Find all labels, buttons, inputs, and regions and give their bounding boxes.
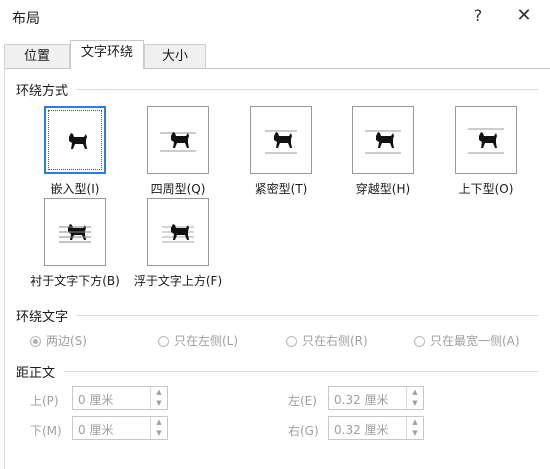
section-divider xyxy=(64,371,538,372)
stepper-arrows: ▲ ▼ xyxy=(150,387,167,409)
radio-dot xyxy=(158,336,169,347)
wrap-label-through: 穿越型(H) xyxy=(355,182,411,196)
stepper-arrows: ▲ ▼ xyxy=(406,417,423,439)
distance-bottom-stepper[interactable]: 0 厘米 ▲ ▼ xyxy=(72,416,168,440)
wrap-option-behind-text[interactable] xyxy=(44,198,106,266)
wrap-option-square[interactable] xyxy=(147,106,209,174)
tab-position[interactable]: 位置 xyxy=(4,44,70,68)
inline-wrap-icon xyxy=(69,133,87,149)
through-wrap-icon xyxy=(365,130,401,154)
radio-label: 只在最宽一侧(A) xyxy=(430,334,520,348)
stepper-down-icon[interactable]: ▼ xyxy=(151,428,167,439)
radio-right-only[interactable]: 只在右侧(R) xyxy=(286,332,368,349)
stepper-down-icon[interactable]: ▼ xyxy=(151,398,167,409)
section-divider xyxy=(76,315,538,316)
stepper-up-icon[interactable]: ▲ xyxy=(151,387,167,398)
distance-top-value: 0 厘米 xyxy=(78,393,114,407)
radio-largest-side[interactable]: 只在最宽一侧(A) xyxy=(414,332,520,349)
section-divider xyxy=(76,89,538,90)
wrapping-style-heading: 环绕方式 xyxy=(16,84,69,99)
stepper-up-icon[interactable]: ▲ xyxy=(151,417,167,428)
wrap-option-inline[interactable] xyxy=(44,106,106,174)
wrap-option-tight[interactable] xyxy=(250,106,312,174)
radio-label: 只在右侧(R) xyxy=(302,334,368,348)
help-button[interactable]: ? xyxy=(466,4,490,28)
stepper-up-icon[interactable]: ▲ xyxy=(407,417,423,428)
wrap-option-through[interactable] xyxy=(352,106,414,174)
radio-label: 只在左侧(L) xyxy=(174,334,239,348)
behind-text-icon xyxy=(59,224,91,243)
dialog-title: 布局 xyxy=(12,11,40,27)
distance-right-value: 0.32 厘米 xyxy=(334,423,389,437)
square-wrap-icon xyxy=(160,132,196,152)
distance-top-label: 上(P) xyxy=(30,394,59,408)
radio-dot xyxy=(414,336,425,347)
title-bar: 布局 ? ✕ xyxy=(0,0,550,34)
tab-size[interactable]: 大小 xyxy=(144,44,206,68)
stepper-down-icon[interactable]: ▼ xyxy=(407,398,423,409)
distance-left-stepper[interactable]: 0.32 厘米 ▲ ▼ xyxy=(328,386,424,410)
distance-bottom-value: 0 厘米 xyxy=(78,423,114,437)
wrap-option-top-bottom[interactable] xyxy=(455,106,517,174)
wrap-label-inline: 嵌入型(I) xyxy=(50,182,100,196)
tab-text-wrapping[interactable]: 文字环绕 xyxy=(70,40,144,69)
wrap-label-in-front-text: 浮于文字上方(F) xyxy=(133,274,223,288)
stepper-arrows: ▲ ▼ xyxy=(150,417,167,439)
distance-right-stepper[interactable]: 0.32 厘米 ▲ ▼ xyxy=(328,416,424,440)
tight-wrap-icon xyxy=(265,130,297,154)
stepper-arrows: ▲ ▼ xyxy=(406,387,423,409)
wrap-option-in-front-text[interactable] xyxy=(147,198,209,266)
stepper-down-icon[interactable]: ▼ xyxy=(407,428,423,439)
radio-both-sides[interactable]: 两边(S) xyxy=(30,332,87,349)
close-button[interactable]: ✕ xyxy=(512,4,536,28)
wrap-label-top-bottom: 上下型(O) xyxy=(458,182,514,196)
wrap-label-square: 四周型(Q) xyxy=(150,182,206,196)
radio-dot xyxy=(286,336,297,347)
tab-strip: 位置 文字环绕 大小 xyxy=(0,34,550,69)
distance-left-value: 0.32 厘米 xyxy=(334,393,389,407)
radio-dot xyxy=(30,336,41,347)
wrap-label-tight: 紧密型(T) xyxy=(254,182,308,196)
distance-top-stepper[interactable]: 0 厘米 ▲ ▼ xyxy=(72,386,168,410)
stepper-up-icon[interactable]: ▲ xyxy=(407,387,423,398)
radio-label: 两边(S) xyxy=(46,334,87,348)
distance-left-label: 左(E) xyxy=(288,394,317,408)
wrap-label-behind-text: 衬于文字下方(B) xyxy=(30,274,120,288)
distance-bottom-label: 下(M) xyxy=(30,424,62,438)
in-front-text-icon xyxy=(162,224,194,243)
distance-heading: 距正文 xyxy=(16,366,56,381)
top-bottom-wrap-icon xyxy=(468,128,504,154)
distance-right-label: 右(G) xyxy=(288,424,319,438)
wrap-text-heading: 环绕文字 xyxy=(16,310,69,325)
radio-left-only[interactable]: 只在左侧(L) xyxy=(158,332,238,349)
